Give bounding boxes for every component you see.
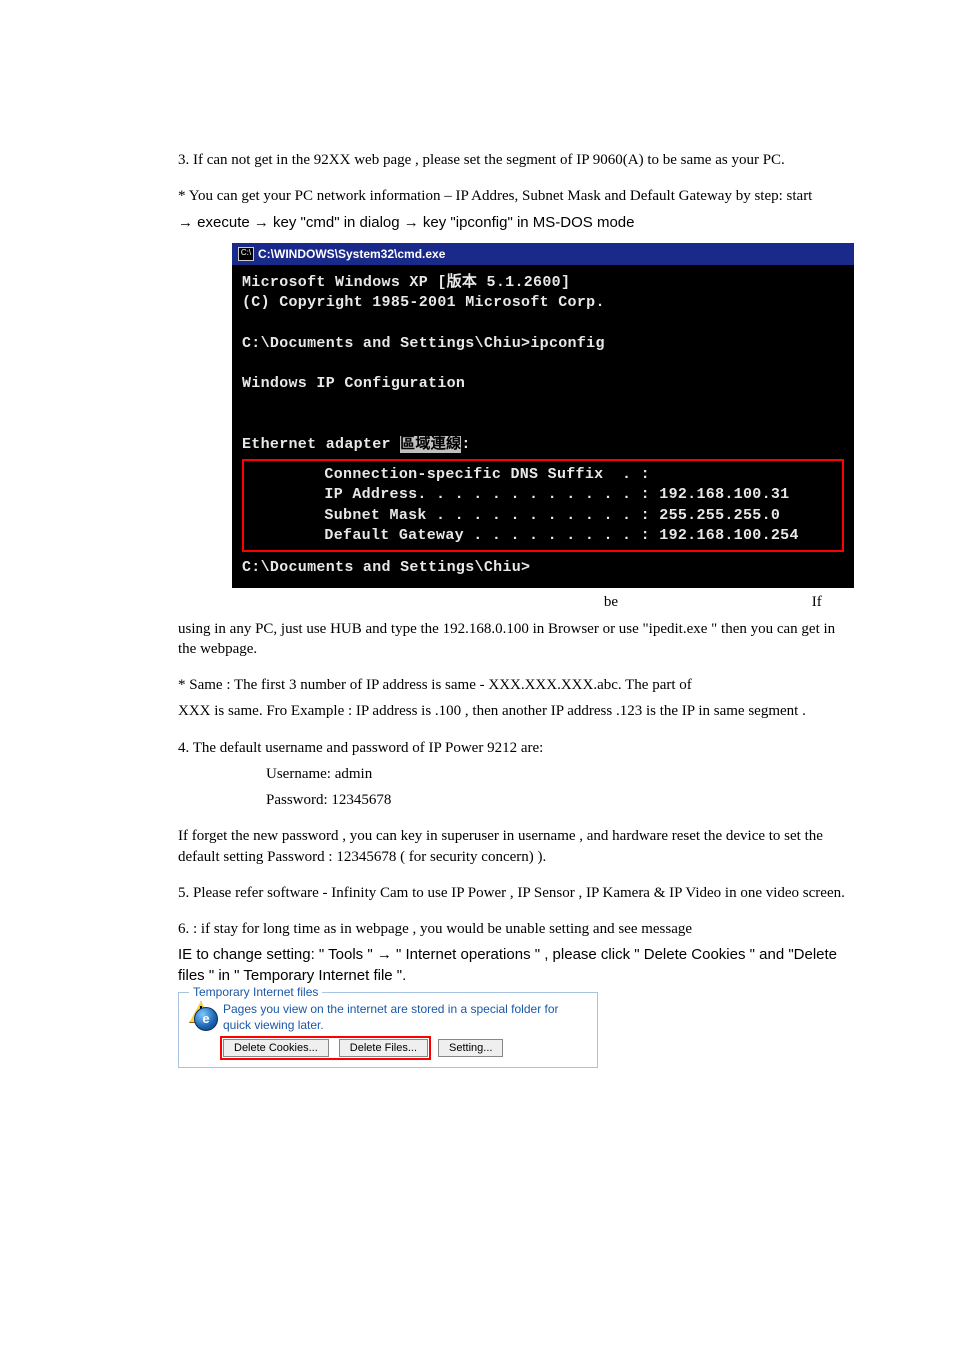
paragraph-6b: IE to change setting: " Tools " → " Inte… — [178, 945, 854, 986]
paragraph-creds-a: 4. The default username and password of … — [178, 738, 854, 758]
console-title-text: C:\WINDOWS\System32\cmd.exe — [258, 246, 445, 262]
console-body: Microsoft Windows XP [版本 5.1.2600] (C) C… — [232, 265, 854, 589]
cmd-icon: C:\ — [238, 247, 254, 261]
paragraph-creds-user: Username: admin — [178, 764, 854, 784]
console-highlight: 區域連線 — [400, 436, 461, 453]
console-window: C:\ C:\WINDOWS\System32\cmd.exe Microsof… — [232, 243, 854, 589]
paragraph-netinfo-1: * You can get your PC network informatio… — [178, 186, 854, 206]
paragraph-6a: 6. : if stay for long time as in webpage… — [178, 919, 854, 939]
paragraph-same-a: * Same : The first 3 number of IP addres… — [178, 675, 854, 695]
console-line: C:\Documents and Settings\Chiu>ipconfig — [242, 335, 605, 352]
paragraph-creds-pass: Password: 12345678 — [178, 790, 854, 810]
console-line: Default Gateway . . . . . . . . . : 192.… — [250, 527, 799, 544]
console-line: (C) Copyright 1985-2001 Microsoft Corp. — [242, 294, 605, 311]
warning-globe-icon: ! — [187, 1001, 217, 1031]
delete-files-button[interactable]: Delete Files... — [339, 1039, 428, 1057]
tempfiles-description: Pages you view on the internet are store… — [223, 1001, 589, 1033]
delete-cookies-button[interactable]: Delete Cookies... — [223, 1039, 329, 1057]
setting-button[interactable]: Setting... — [438, 1039, 503, 1057]
console-line: Microsoft Windows XP [版本 5.1.2600] — [242, 274, 570, 291]
console-line: : — [461, 436, 470, 453]
tempfiles-legend: Temporary Internet files — [189, 984, 322, 1000]
console-line: Windows IP Configuration — [242, 375, 465, 392]
paragraph-netinfo-2: → execute → key "cmd" in dialog → key "i… — [178, 213, 854, 233]
console-titlebar: C:\ C:\WINDOWS\System32\cmd.exe — [232, 243, 854, 265]
paragraph-infinitycam: 5. Please refer software - Infinity Cam … — [178, 883, 854, 903]
paragraph-forgetpw: If forget the new password , you can key… — [178, 826, 854, 867]
temporary-internet-files-panel: Temporary Internet files ! Pages you vie… — [178, 992, 598, 1068]
console-line: Connection-specific DNS Suffix . : — [250, 466, 650, 483]
console-line: Ethernet adapter — [242, 436, 400, 453]
console-line: Subnet Mask . . . . . . . . . . . : 255.… — [250, 507, 780, 524]
console-line: C:\Documents and Settings\Chiu> — [242, 559, 530, 576]
console-line: IP Address. . . . . . . . . . . . : 192.… — [250, 486, 789, 503]
paragraph-same-b: XXX is same. Fro Example : IP address is… — [178, 701, 854, 721]
paragraph-3: 3. If can not get in the 92XX web page ,… — [178, 150, 854, 170]
be-if-fragment: be If — [178, 592, 854, 612]
console-redbox: Connection-specific DNS Suffix . : IP Ad… — [242, 459, 844, 552]
paragraph-usinghub: using in any PC, just use HUB and type t… — [178, 619, 854, 660]
